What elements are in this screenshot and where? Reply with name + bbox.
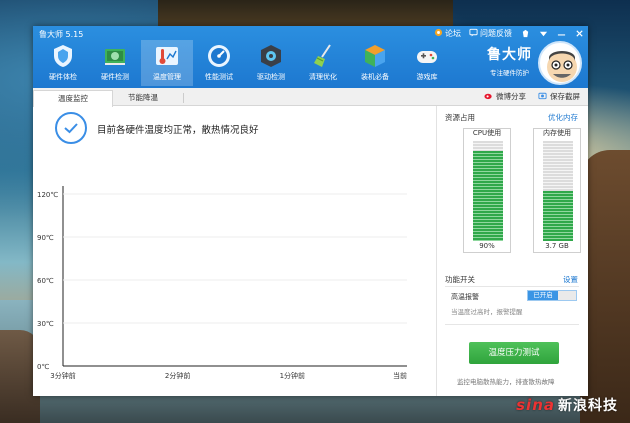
mascot-avatar[interactable] bbox=[538, 41, 582, 85]
forum-icon bbox=[434, 28, 443, 39]
tab-temperature-monitor[interactable]: 温度监控 bbox=[33, 90, 113, 107]
watermark-text: 新浪科技 bbox=[558, 398, 618, 414]
feedback-icon bbox=[469, 28, 478, 39]
tool-game-library[interactable]: 游戏库 bbox=[401, 40, 453, 86]
brand-name: 鲁大师 bbox=[487, 47, 532, 63]
resources-title: 资源占用 bbox=[445, 113, 475, 122]
chart-y-tick-label: 90℃ bbox=[37, 234, 54, 242]
chart-y-tick-label: 0℃ bbox=[37, 363, 49, 371]
high-temp-alarm-toggle[interactable]: 已开启 bbox=[527, 290, 577, 301]
tab-divider bbox=[183, 93, 184, 103]
tool-label: 温度管理 bbox=[153, 73, 181, 81]
forum-label: 论坛 bbox=[445, 29, 461, 38]
tool-temperature[interactable]: 温度管理 bbox=[141, 40, 193, 86]
desktop-tree bbox=[158, 0, 453, 26]
side-panel: 资源占用 优化内存 CPU使用 90% 内存使用 3.7 GB 功能开关 设置 … bbox=[436, 106, 588, 396]
functions-divider bbox=[445, 286, 579, 287]
brand-slogan: 专注硬件防护 bbox=[490, 69, 529, 77]
settings-link[interactable]: 设置 bbox=[563, 274, 578, 285]
save-screenshot-label: 保存截屏 bbox=[550, 92, 580, 101]
chart-x-tick-label: 2分钟前 bbox=[165, 371, 190, 380]
tool-label: 硬件体检 bbox=[49, 73, 77, 81]
functions-divider-2 bbox=[445, 324, 579, 325]
tab-energy-saving[interactable]: 节能降温 bbox=[103, 90, 183, 106]
thermometer-icon bbox=[154, 43, 180, 69]
tool-cleanup[interactable]: 清理优化 bbox=[297, 40, 349, 86]
broom-icon bbox=[310, 43, 336, 69]
cpu-meter-fill bbox=[473, 151, 503, 241]
chip-icon bbox=[102, 43, 128, 69]
tool-essentials[interactable]: 装机必备 bbox=[349, 40, 401, 86]
tool-label: 性能测试 bbox=[205, 73, 233, 81]
chart-x-tick-label: 3分钟前 bbox=[50, 371, 75, 380]
forum-link[interactable]: 论坛 bbox=[434, 28, 461, 39]
sina-logo: sina bbox=[516, 396, 555, 414]
high-temp-alarm-desc: 当温度过高时，报警提醒 bbox=[451, 308, 523, 316]
gear-box-icon bbox=[258, 43, 284, 69]
menu-icon[interactable] bbox=[538, 29, 548, 39]
weibo-share-label: 微博分享 bbox=[496, 92, 526, 101]
tool-hardware-detect[interactable]: 硬件检测 bbox=[89, 40, 141, 86]
chart-y-tick-label: 30℃ bbox=[37, 320, 54, 328]
skin-icon[interactable] bbox=[520, 29, 530, 39]
tab-actions: 微博分享 保存截屏 bbox=[484, 91, 580, 102]
weibo-share-button[interactable]: 微博分享 bbox=[484, 91, 526, 102]
package-icon bbox=[362, 43, 388, 69]
tool-performance[interactable]: 性能测试 bbox=[193, 40, 245, 86]
main-toolbar: 硬件体检 硬件检测 温度管理 性能测试 驱动检测 清理优化 装机必备 游戏库 bbox=[37, 40, 453, 86]
cpu-meter-track bbox=[473, 141, 503, 241]
window-controls: 论坛 问题反馈 bbox=[434, 28, 584, 39]
status-message: 目前各硬件温度均正常，散热情况良好 bbox=[97, 125, 259, 136]
feedback-link[interactable]: 问题反馈 bbox=[469, 28, 512, 39]
temperature-monitor-panel: 目前各硬件温度均正常，散热情况良好 120℃ 90℃ 60℃ 30℃ 0℃ 3分钟前 2分钟… bbox=[33, 106, 436, 396]
app-window: 鲁大师 5.15 论坛 问题反馈 硬件体检 硬件检测 温度管理 性能测试 驱动检… bbox=[33, 26, 588, 396]
stress-test-note: 监控电脑散热能力，排查散热故障 bbox=[457, 378, 555, 386]
cpu-meter-label: CPU使用 bbox=[472, 129, 502, 137]
tool-label: 装机必备 bbox=[361, 73, 389, 81]
save-screenshot-button[interactable]: 保存截屏 bbox=[538, 91, 580, 102]
tool-label: 游戏库 bbox=[416, 73, 438, 81]
tool-label: 硬件检测 bbox=[101, 73, 129, 81]
brand-block: 鲁大师 专注硬件防护 bbox=[487, 44, 532, 77]
functions-title: 功能开关 bbox=[445, 275, 475, 284]
shield-icon bbox=[50, 43, 76, 69]
tool-driver[interactable]: 驱动检测 bbox=[245, 40, 297, 86]
cpu-meter-value: 90% bbox=[479, 242, 495, 250]
weibo-icon bbox=[484, 91, 493, 102]
chart-x-tick-label: 当前 bbox=[393, 371, 407, 380]
check-icon bbox=[55, 112, 87, 144]
tool-label: 清理优化 bbox=[309, 73, 337, 81]
feedback-label: 问题反馈 bbox=[480, 29, 512, 38]
tool-label: 驱动检测 bbox=[257, 73, 285, 81]
memory-meter-label: 内存使用 bbox=[543, 129, 571, 137]
chart-y-tick-label: 120℃ bbox=[37, 191, 58, 199]
tab-bar: 温度监控 节能降温 微博分享 保存截屏 bbox=[33, 88, 588, 107]
cpu-meter: CPU使用 90% bbox=[463, 128, 511, 253]
app-header: 鲁大师 5.15 论坛 问题反馈 硬件体检 硬件检测 温度管理 性能测试 驱动检… bbox=[33, 26, 588, 88]
temperature-chart: 120℃ 90℃ 60℃ 30℃ 0℃3分钟前 2分钟前 1分钟前 当前 bbox=[37, 186, 407, 380]
toggle-state-label: 已开启 bbox=[528, 291, 558, 300]
window-title: 鲁大师 5.15 bbox=[39, 30, 84, 39]
high-temp-alarm-label: 高温报警 bbox=[451, 293, 479, 301]
camera-icon bbox=[538, 91, 547, 102]
gauge-icon bbox=[206, 43, 232, 69]
memory-meter-track bbox=[543, 141, 573, 241]
optimize-memory-link[interactable]: 优化内存 bbox=[548, 112, 578, 123]
minimize-icon[interactable] bbox=[556, 29, 566, 39]
chart-x-tick-label: 1分钟前 bbox=[280, 371, 305, 380]
stress-test-button[interactable]: 温度压力测试 bbox=[469, 342, 559, 364]
close-icon[interactable] bbox=[574, 29, 584, 39]
memory-meter-fill bbox=[543, 191, 573, 241]
memory-meter-value: 3.7 GB bbox=[545, 242, 569, 250]
sina-watermark: sina 新浪科技 bbox=[516, 395, 618, 415]
gamepad-icon bbox=[414, 43, 440, 69]
tool-hardware-checkup[interactable]: 硬件体检 bbox=[37, 40, 89, 86]
chart-y-tick-label: 60℃ bbox=[37, 277, 54, 285]
memory-meter: 内存使用 3.7 GB bbox=[533, 128, 581, 253]
